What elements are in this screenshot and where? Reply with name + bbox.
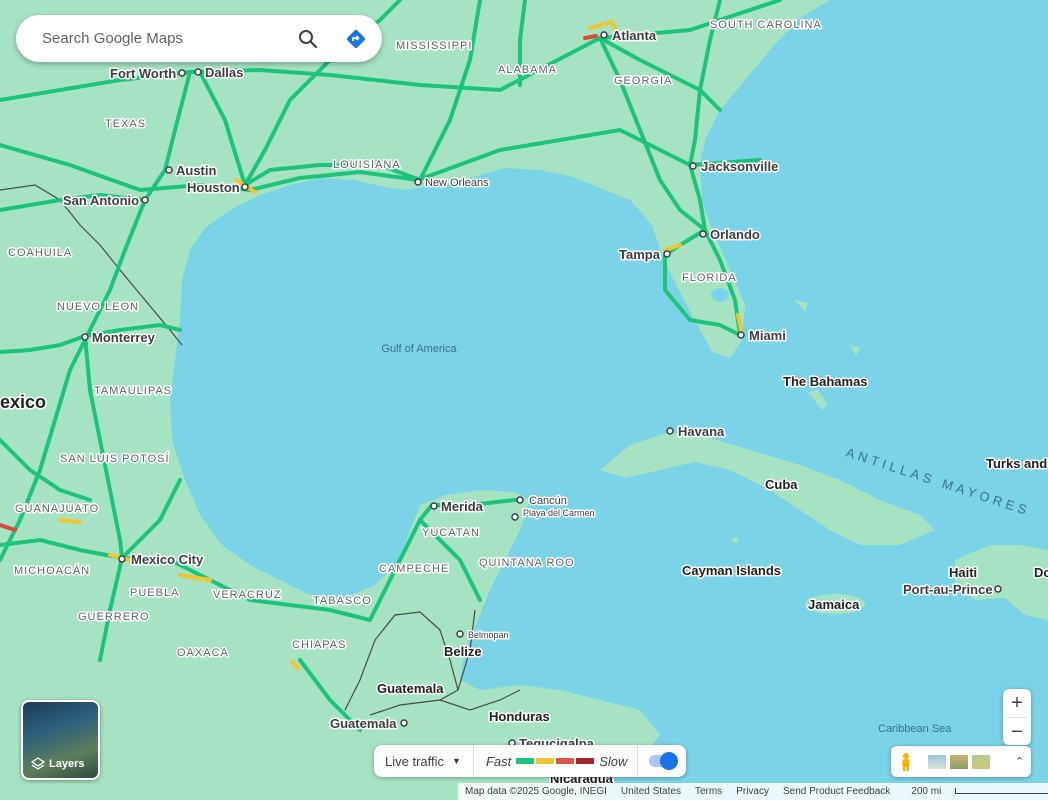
legend-swatch-stopped	[576, 758, 595, 764]
label-guanajuato: GUANAJUATO	[15, 503, 99, 515]
zoom-out-button[interactable]: −	[1003, 718, 1031, 746]
legend-swatch-fast	[516, 758, 535, 764]
imagery-thumb-3[interactable]	[971, 753, 991, 770]
imagery-thumb-1[interactable]	[927, 753, 947, 770]
label-cayman: Cayman Islands	[682, 563, 781, 578]
search-input[interactable]	[40, 29, 284, 48]
region-link[interactable]: United States	[621, 786, 681, 797]
label-new-orleans: New Orleans	[425, 177, 489, 189]
label-tamaulipas: TAMAULIPAS	[94, 385, 172, 397]
label-guerrero: GUERRERO	[78, 611, 150, 623]
label-fort-worth: Fort Worth	[110, 66, 176, 81]
label-campeche: CAMPECHE	[379, 563, 449, 575]
scale-bar	[955, 788, 1048, 795]
label-veracruz: VERACRUZ	[213, 589, 282, 601]
land-cayman	[732, 537, 738, 543]
zoom-control: + −	[1003, 689, 1031, 745]
live-traffic-label: Live traffic	[385, 753, 445, 769]
search-icon[interactable]	[296, 27, 320, 51]
label-merida: Merida	[441, 499, 484, 514]
toggle-knob	[660, 752, 679, 770]
label-guatemala-city: Guatemala	[330, 716, 397, 731]
label-san-antonio: San Antonio	[63, 193, 139, 208]
search-box	[16, 15, 382, 62]
label-honduras: Honduras	[489, 709, 550, 724]
label-chiapas: CHIAPAS	[292, 639, 346, 651]
label-havana: Havana	[678, 424, 725, 439]
layers-button[interactable]: Layers	[21, 700, 100, 780]
label-cancun: Cancún	[529, 495, 567, 507]
expand-icon[interactable]: ⌃	[1015, 755, 1024, 768]
scale-label[interactable]: 200 mi	[904, 786, 1048, 797]
label-oaxaca: OAXACA	[177, 647, 229, 659]
label-san-luis: SAN LUIS POTOSÍ	[60, 452, 170, 465]
lake-okeechobee	[711, 288, 729, 302]
legend-swatch-medium	[536, 758, 555, 764]
pegman-icon[interactable]	[899, 752, 913, 772]
label-gulf: Gulf of America	[381, 343, 457, 355]
live-traffic-dropdown[interactable]: Live traffic ▼	[374, 745, 474, 777]
label-cuba: Cuba	[765, 477, 798, 492]
zoom-in-button[interactable]: +	[1003, 689, 1031, 717]
label-atlanta: Atlanta	[612, 28, 657, 43]
terms-link[interactable]: Terms	[695, 786, 722, 797]
label-tabasco: TABASCO	[313, 595, 372, 607]
label-belmopan: Belmopan	[468, 630, 509, 640]
label-alabama: ALABAMA	[498, 64, 557, 76]
feedback-link[interactable]: Send Product Feedback	[783, 786, 890, 797]
label-dominican: Do Re	[1034, 565, 1048, 580]
label-caribbean: Caribbean Sea	[878, 723, 952, 735]
map-canvas[interactable]: Fort Worth Dallas Austin Houston San Ant…	[0, 0, 1048, 800]
imagery-thumb-2[interactable]	[949, 753, 969, 770]
label-michoacan: MICHOACÁN	[14, 564, 90, 577]
layers-icon	[30, 757, 46, 771]
label-south-carolina: SOUTH CAROLINA	[710, 19, 822, 31]
label-coahuila: COAHUILA	[8, 247, 72, 259]
label-bahamas: The Bahamas	[783, 374, 868, 389]
label-yucatan: YUCATAN	[422, 527, 480, 539]
map-data-text: Map data ©2025 Google, INEGI	[465, 786, 607, 797]
label-turks: Turks and Caicos Islands	[986, 456, 1048, 471]
label-florida: FLORIDA	[682, 272, 737, 284]
label-nuevo-leon: NUEVO LEON	[57, 301, 139, 313]
label-dallas: Dallas	[205, 65, 243, 80]
label-louisiana: LOUISIANA	[333, 159, 401, 171]
map-footer: Map data ©2025 Google, INEGI United Stat…	[458, 783, 1048, 800]
label-georgia: GEORGIA	[614, 75, 672, 87]
label-mexico-city: Mexico City	[131, 552, 204, 567]
label-quintana-roo: QUINTANA ROO	[479, 557, 575, 569]
imagery-strip: ⌃	[891, 746, 1031, 777]
caret-down-icon: ▼	[452, 756, 461, 766]
label-mississippi: MISSISSIPPI	[396, 40, 472, 52]
label-port-au-prince: Port-au-Prince	[903, 582, 993, 597]
label-miami: Miami	[749, 328, 786, 343]
scale-text: 200 mi	[911, 786, 942, 797]
label-belize: Belize	[444, 644, 482, 659]
label-playa: Playa del Carmen	[523, 508, 595, 518]
traffic-bar: Live traffic ▼ Fast Slow	[374, 745, 687, 777]
label-jamaica: Jamaica	[808, 597, 860, 612]
label-orlando: Orlando	[710, 227, 760, 242]
traffic-toggle[interactable]	[638, 745, 686, 777]
layers-label: Layers	[49, 758, 85, 770]
legend-slow: Slow	[599, 753, 628, 769]
label-tampa: Tampa	[619, 247, 661, 262]
label-mexico: exico	[0, 392, 46, 412]
label-puebla: PUEBLA	[130, 587, 179, 599]
label-guatemala: Guatemala	[377, 681, 444, 696]
legend-swatch-slow	[556, 758, 575, 764]
privacy-link[interactable]: Privacy	[736, 786, 769, 797]
label-austin: Austin	[176, 163, 217, 178]
directions-icon[interactable]	[344, 27, 368, 51]
label-texas: TEXAS	[105, 118, 146, 130]
label-jacksonville: Jacksonville	[701, 159, 778, 174]
label-monterrey: Monterrey	[92, 330, 156, 345]
legend-fast: Fast	[485, 753, 512, 769]
label-haiti: Haiti	[949, 565, 977, 580]
label-houston: Houston	[187, 180, 240, 195]
toggle-track	[649, 752, 679, 770]
traffic-legend: Fast Slow	[474, 745, 639, 777]
